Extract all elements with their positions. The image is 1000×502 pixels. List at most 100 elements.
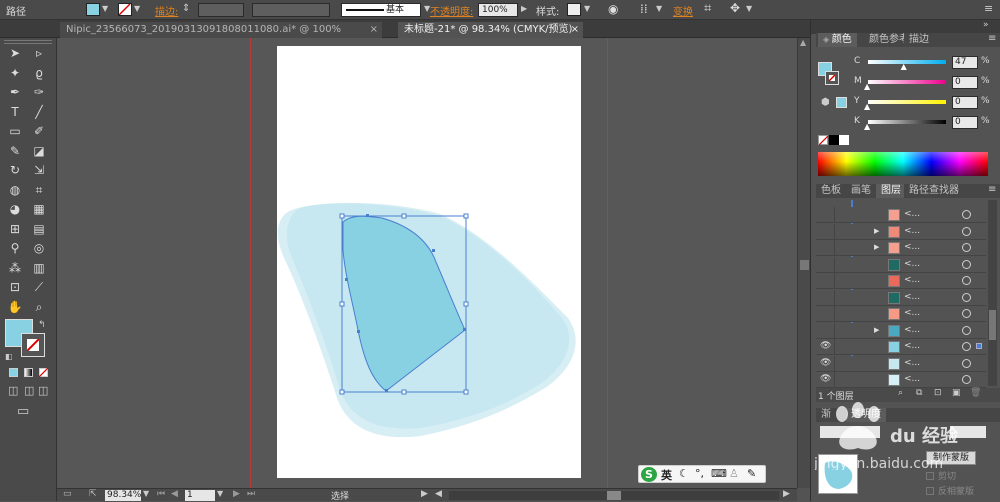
tab-brushes[interactable]: 画笔	[846, 184, 876, 198]
blend-mode-dropdown[interactable]	[820, 426, 880, 438]
layer-name[interactable]: <...	[904, 259, 920, 269]
tab-swatches[interactable]: 色板	[816, 184, 846, 198]
scroll-right-icon[interactable]: ▶	[783, 489, 790, 499]
slider-thumb-icon[interactable]: ▲	[864, 102, 870, 111]
target-icon[interactable]	[962, 226, 971, 236]
layer-row[interactable]: ▶ <...	[816, 223, 986, 240]
tab-pathfinder[interactable]: 路径查找器	[904, 184, 964, 198]
layer-row[interactable]: 👁 <...	[816, 339, 986, 355]
channel-slider[interactable]	[868, 120, 946, 124]
layer-name[interactable]: <...	[904, 374, 920, 384]
target-icon[interactable]	[962, 325, 971, 335]
selection-indicator[interactable]	[976, 343, 982, 349]
target-icon[interactable]	[962, 375, 971, 384]
layer-row[interactable]: <...	[816, 306, 986, 322]
channel-value-field[interactable]: 47	[952, 56, 978, 69]
slider-thumb-icon[interactable]: ▲	[901, 62, 907, 71]
eye-icon[interactable]: 👁	[820, 374, 831, 384]
target-icon[interactable]	[962, 292, 971, 302]
target-icon[interactable]	[962, 342, 971, 351]
white-swatch[interactable]	[839, 135, 849, 145]
layers-scrollbar[interactable]	[988, 200, 997, 386]
locate-object-icon[interactable]: ⌕	[898, 388, 903, 398]
layer-name[interactable]: <...	[904, 209, 920, 219]
layer-row[interactable]: ▶ <...	[816, 240, 986, 256]
panel-menu-icon[interactable]: ≡	[984, 2, 993, 15]
target-icon[interactable]	[962, 358, 971, 368]
clipping-mask-icon[interactable]: ⧉	[916, 388, 922, 398]
vertical-scrollbar[interactable]: ▲	[797, 38, 810, 488]
color-spectrum-bar[interactable]	[818, 152, 988, 176]
expand-icon[interactable]: ▶	[874, 227, 879, 235]
artboard-nav-icon[interactable]: ⇱	[89, 489, 97, 499]
target-icon[interactable]	[962, 210, 971, 219]
chevron-right-icon[interactable]: ▶	[421, 489, 428, 499]
in-gamut-swatch[interactable]	[836, 97, 847, 108]
color-stroke-preview[interactable]	[825, 71, 839, 85]
artboard-number-field[interactable]: 1	[185, 490, 215, 501]
invert-mask-checkbox[interactable]	[926, 487, 934, 495]
black-swatch[interactable]	[829, 135, 839, 145]
layer-name[interactable]: <...	[904, 292, 920, 302]
slider-thumb-icon[interactable]: ▲	[864, 122, 870, 131]
horizontal-scrollbar[interactable]	[449, 491, 779, 500]
expand-icon[interactable]: ▶	[874, 243, 879, 251]
target-icon[interactable]	[962, 276, 971, 285]
rotate-view-icon[interactable]: ▭	[63, 489, 72, 499]
new-sublayer-icon[interactable]: ⊡	[934, 388, 942, 398]
expand-icon[interactable]: ▶	[874, 326, 879, 334]
eye-icon[interactable]: 👁	[820, 358, 831, 368]
chevron-down-icon[interactable]: ▼	[143, 489, 149, 498]
chevron-down-icon[interactable]: ▼	[217, 489, 223, 498]
prev-artboard-icon[interactable]: ◀	[171, 489, 178, 499]
layer-row[interactable]: <...	[816, 289, 986, 306]
first-artboard-icon[interactable]: ⏮	[157, 489, 165, 499]
tab-transparency[interactable]: 透明度	[846, 408, 886, 422]
layers-scroll-thumb[interactable]	[989, 310, 996, 340]
layer-row[interactable]: <...	[816, 273, 986, 289]
h-scroll-thumb[interactable]	[607, 491, 621, 500]
layer-name[interactable]: <...	[904, 226, 920, 236]
scroll-thumb[interactable]	[800, 260, 809, 270]
layer-row[interactable]: 👁 <...	[816, 372, 986, 388]
layer-name[interactable]: <...	[904, 325, 920, 335]
channel-slider[interactable]	[868, 60, 946, 64]
channel-slider[interactable]	[868, 100, 946, 104]
moon-icon[interactable]: ☾	[679, 467, 689, 480]
channel-value-field[interactable]: 0	[952, 116, 978, 129]
keyboard-icon[interactable]: ⌨	[711, 467, 727, 480]
channel-value-field[interactable]: 0	[952, 96, 978, 109]
layer-name[interactable]: <...	[904, 341, 920, 351]
channel-slider[interactable]	[868, 80, 946, 84]
target-icon[interactable]	[962, 259, 971, 269]
tab-stroke[interactable]: 描边	[904, 33, 934, 47]
none-color-swatch[interactable]	[818, 135, 828, 145]
next-artboard-icon[interactable]: ▶	[233, 489, 240, 499]
target-icon[interactable]	[962, 309, 971, 318]
layer-row[interactable]: 👁 <...	[816, 355, 986, 372]
layer-row[interactable]: ▶ <...	[816, 322, 986, 339]
slider-thumb-icon[interactable]: ▲	[864, 82, 870, 91]
panel-menu-icon[interactable]: ≡	[988, 33, 996, 44]
scroll-up-icon[interactable]: ▲	[800, 38, 806, 47]
clip-checkbox[interactable]	[926, 472, 934, 480]
new-layer-icon[interactable]: ▣	[952, 388, 961, 398]
zoom-field[interactable]: 98.34%	[105, 490, 141, 501]
tab-color[interactable]: ◈ 颜色	[818, 33, 857, 47]
layer-name[interactable]: <...	[904, 358, 920, 368]
delete-icon[interactable]: 🗑	[970, 388, 981, 398]
ime-toolbar[interactable]: S 英 ☾ °, ⌨ ♙ ✎	[638, 465, 766, 483]
channel-value-field[interactable]: 0	[952, 76, 978, 89]
last-artboard-icon[interactable]: ⏭	[247, 489, 255, 499]
layer-name[interactable]: <...	[904, 308, 920, 318]
layer-row[interactable]: <...	[816, 207, 986, 223]
tab-gradient[interactable]: 渐	[816, 408, 836, 422]
tab-layers[interactable]: 图层	[876, 184, 906, 198]
layer-name[interactable]: <...	[904, 275, 920, 285]
target-icon[interactable]	[962, 243, 971, 252]
ime-logo-icon[interactable]: S	[641, 467, 657, 482]
layer-name[interactable]: <...	[904, 242, 920, 252]
wrench-icon[interactable]: ✎	[747, 467, 756, 480]
collapse-icon[interactable]: »	[983, 20, 989, 30]
panel-menu-icon[interactable]: ≡	[988, 184, 996, 195]
